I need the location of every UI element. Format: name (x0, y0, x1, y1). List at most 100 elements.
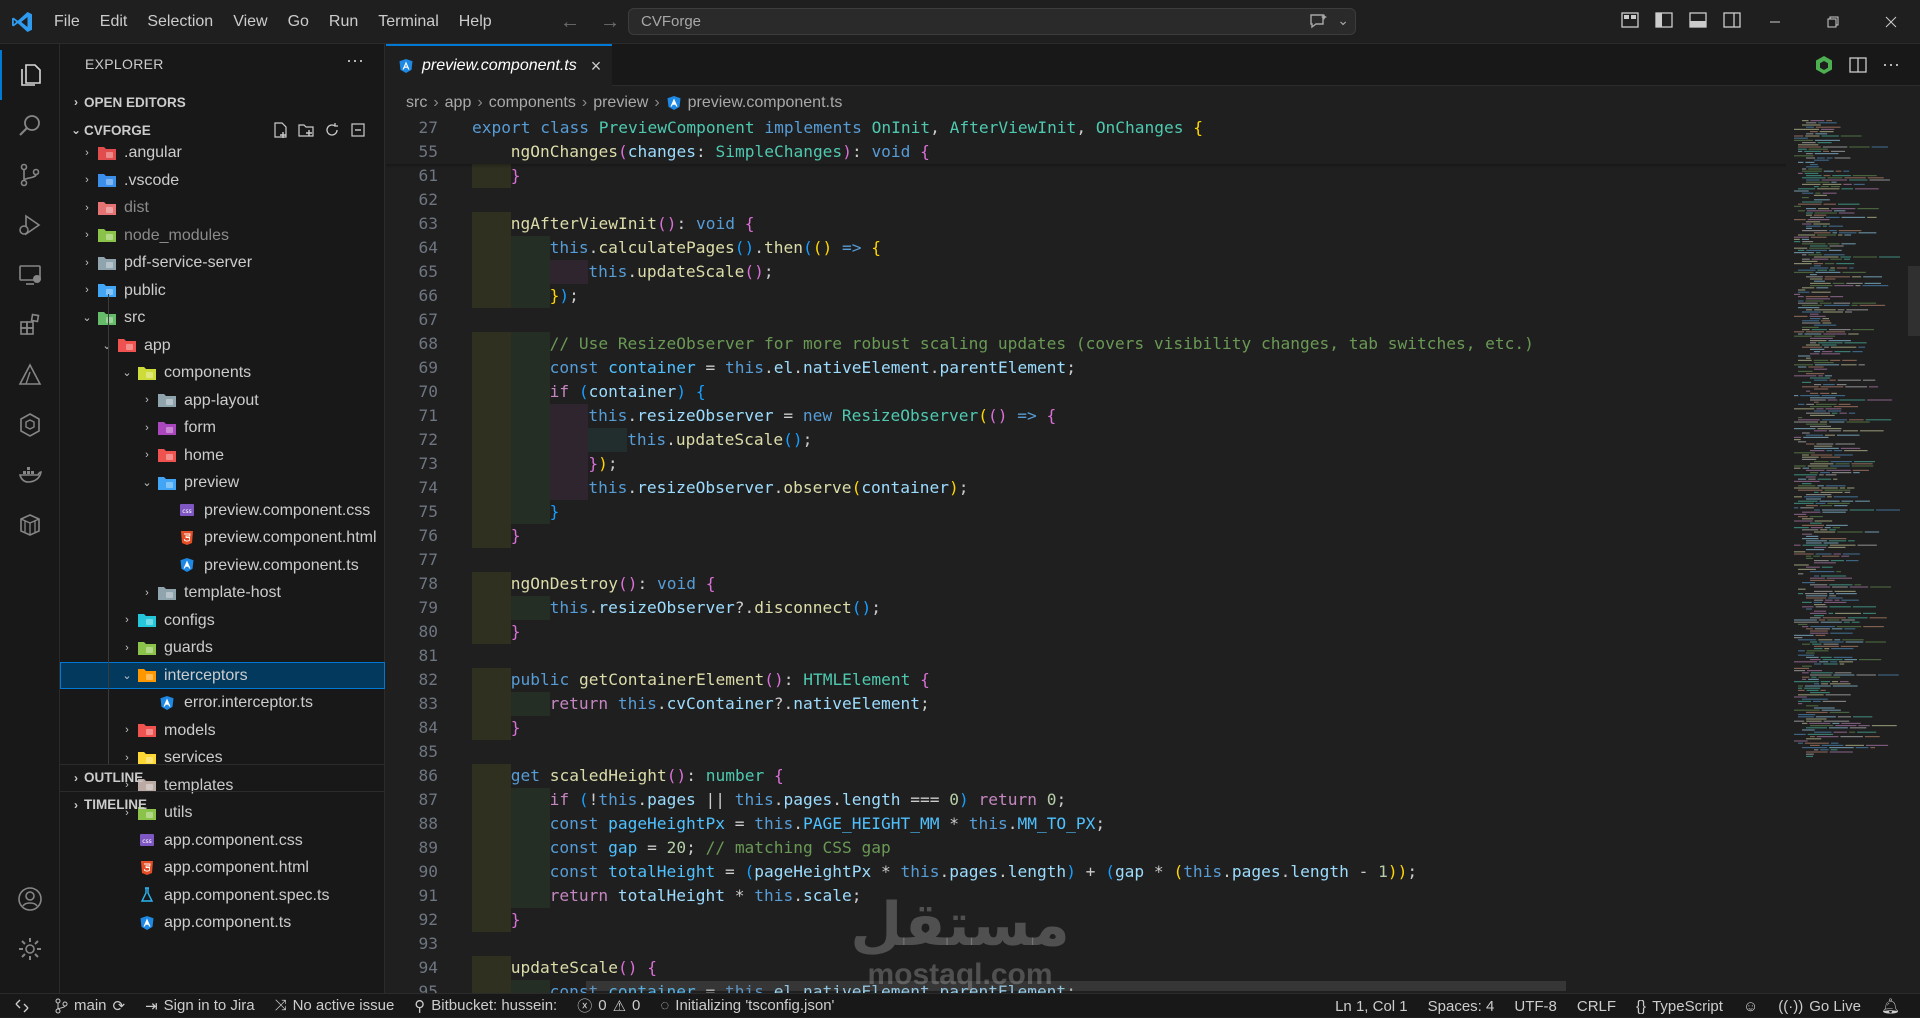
close-window-icon[interactable] (1862, 0, 1920, 44)
live-share-hexagon-icon[interactable] (1814, 55, 1834, 75)
open-editors-section[interactable]: › OPEN EDITORS (60, 89, 385, 115)
new-folder-icon[interactable] (297, 121, 315, 139)
end-of-line[interactable]: CRLF (1567, 994, 1626, 1018)
toggle-primary-sidebar-icon[interactable] (1652, 8, 1676, 32)
accounts-icon[interactable] (0, 874, 60, 924)
file-app-component-css[interactable]: css app.component.css (60, 827, 385, 855)
command-center[interactable]: CVForge ⌄ (628, 8, 1356, 35)
code-line[interactable]: 83 return this.cvContainer?.nativeElement… (386, 692, 1786, 716)
code-line[interactable]: 73}); (386, 452, 1786, 476)
code-line[interactable]: 88 const pageHeightPx = this.PAGE_HEIGHT_… (386, 812, 1786, 836)
minimap[interactable] (1786, 116, 1900, 993)
toggle-secondary-sidebar-icon[interactable] (1720, 8, 1744, 32)
settings-gear-icon[interactable] (0, 924, 60, 974)
refresh-icon[interactable] (323, 121, 341, 139)
code-line[interactable]: 82 public getContainerElement(): HTMLElem… (386, 668, 1786, 692)
code-line[interactable]: 62 (386, 188, 1786, 212)
extensions-icon[interactable] (0, 300, 60, 350)
code-line[interactable]: 94 updateScale() { (386, 956, 1786, 980)
code-line[interactable]: 75} (386, 500, 1786, 524)
jira-issue[interactable]: ⤨ No active issue (265, 994, 405, 1018)
jira-signin[interactable]: ⇥ Sign in to Jira (135, 994, 264, 1018)
restore-icon[interactable] (1804, 0, 1862, 44)
code-line[interactable]: 64 this.calculatePages().then(() => { (386, 236, 1786, 260)
remote-explorer-icon[interactable] (0, 250, 60, 300)
breadcrumb-item[interactable]: preview (593, 94, 648, 112)
code-line[interactable]: 70 if (container) { (386, 380, 1786, 404)
containers-icon[interactable] (0, 500, 60, 550)
folder-node-modules[interactable]: › node_modules (60, 222, 385, 250)
menu-go[interactable]: Go (278, 0, 319, 44)
git-branch[interactable]: main ⟳ (44, 994, 135, 1018)
file-app-component-html[interactable]: app.component.html (60, 854, 385, 882)
code-line[interactable]: 74 this.resizeObserver.observe(container)… (386, 476, 1786, 500)
code-line[interactable]: 68 // Use ResizeObserver for more robust … (386, 332, 1786, 356)
problems-indicator[interactable]: ⓧ 0 ⚠ 0 (567, 994, 650, 1018)
menu-run[interactable]: Run (319, 0, 368, 44)
atlassian-icon[interactable] (0, 350, 60, 400)
code-line[interactable]: 78 ngOnDestroy(): void { (386, 572, 1786, 596)
collapse-all-icon[interactable] (349, 121, 367, 139)
close-tab-icon[interactable]: × (591, 56, 602, 77)
menu-view[interactable]: View (223, 0, 277, 44)
code-line[interactable]: 79 this.resizeObserver?.disconnect(); (386, 596, 1786, 620)
copilot-status[interactable]: ☺ (1733, 994, 1768, 1018)
code-line[interactable]: 66}); (386, 284, 1786, 308)
search-icon[interactable] (0, 100, 60, 150)
encoding[interactable]: UTF-8 (1504, 994, 1567, 1018)
sticky-code-line[interactable]: 55 ngOnChanges(changes: SimpleChanges): v… (386, 140, 1786, 164)
split-editor-icon[interactable] (1848, 56, 1868, 74)
menu-selection[interactable]: Selection (137, 0, 223, 44)
vertical-scrollbar[interactable] (1906, 116, 1920, 993)
code-line[interactable]: 80} (386, 620, 1786, 644)
indentation[interactable]: Spaces: 4 (1418, 994, 1505, 1018)
file-app-component-spec-ts[interactable]: app.component.spec.ts (60, 882, 385, 910)
remote-indicator[interactable] (0, 994, 44, 1018)
code-editor[interactable]: 27 export class PreviewComponent implemen… (386, 116, 1786, 1004)
code-line[interactable]: 77 (386, 548, 1786, 572)
code-line[interactable]: 69 const container = this.el.nativeElemen… (386, 356, 1786, 380)
code-line[interactable]: 90 const totalHeight = (pageHeightPx * th… (386, 860, 1786, 884)
project-manager-icon[interactable] (0, 400, 60, 450)
chevron-down-icon[interactable]: ⌄ (1337, 12, 1349, 29)
language-server-progress[interactable]: ◌ Initializing 'tsconfig.json' (650, 994, 844, 1018)
code-line[interactable]: 76} (386, 524, 1786, 548)
code-line[interactable]: 91 return totalHeight * this.scale; (386, 884, 1786, 908)
code-line[interactable]: 85 (386, 740, 1786, 764)
toggle-panel-icon[interactable] (1686, 8, 1710, 32)
docker-icon[interactable] (0, 450, 60, 500)
code-line[interactable]: 93 (386, 932, 1786, 956)
code-line[interactable]: 71 this.resizeObserver = new ResizeObserv… (386, 404, 1786, 428)
folder-pdf-service-server[interactable]: › pdf-service-server (60, 249, 385, 277)
run-debug-icon[interactable] (0, 200, 60, 250)
code-line[interactable]: 92} (386, 908, 1786, 932)
copilot-chat-icon[interactable] (1309, 13, 1329, 29)
cursor-position[interactable]: Ln 1, Col 1 (1325, 994, 1418, 1018)
menu-file[interactable]: File (44, 0, 90, 44)
breadcrumb-item[interactable]: components (489, 94, 576, 112)
sticky-code-line[interactable]: 27 export class PreviewComponent implemen… (386, 116, 1786, 140)
folder--vscode[interactable]: › .vscode (60, 167, 385, 195)
explorer-icon[interactable] (0, 50, 60, 100)
menu-help[interactable]: Help (449, 0, 502, 44)
minimize-icon[interactable] (1746, 0, 1804, 44)
forward-arrow-icon[interactable]: → (600, 11, 620, 34)
scrollbar-thumb[interactable] (1908, 266, 1920, 336)
breadcrumb-item[interactable]: preview.component.ts (688, 94, 843, 112)
folder-dist[interactable]: › dist (60, 194, 385, 222)
new-file-icon[interactable] (271, 121, 289, 139)
breadcrumb-item[interactable]: app (445, 94, 472, 112)
source-control-icon[interactable] (0, 150, 60, 200)
timeline-section[interactable]: › TIMELINE (60, 791, 385, 817)
bitbucket-status[interactable]: ⚲ Bitbucket: hussein: (404, 994, 567, 1018)
code-line[interactable]: 86 get scaledHeight(): number { (386, 764, 1786, 788)
outline-section[interactable]: › OUTLINE (60, 764, 385, 790)
file-app-component-ts[interactable]: app.component.ts (60, 909, 385, 937)
customize-layout-icon[interactable] (1618, 8, 1642, 32)
menu-terminal[interactable]: Terminal (368, 0, 448, 44)
more-actions-icon[interactable]: ··· (346, 50, 364, 71)
folder--angular[interactable]: › .angular (60, 139, 385, 167)
code-line[interactable]: 87 if (!this.pages || this.pages.length =… (386, 788, 1786, 812)
code-line[interactable]: 89 const gap = 20; // matching CSS gap (386, 836, 1786, 860)
language-mode[interactable]: {} TypeScript (1626, 994, 1733, 1018)
